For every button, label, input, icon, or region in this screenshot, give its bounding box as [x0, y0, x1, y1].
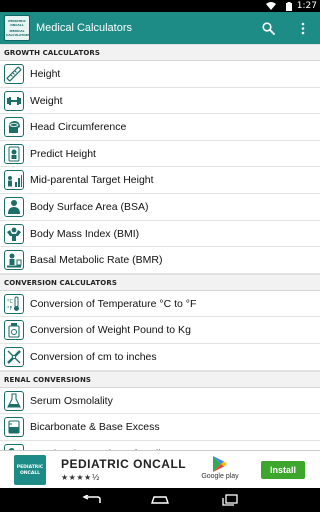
list-item-cm-to-inches[interactable]: Conversion of cm to inches	[0, 343, 320, 371]
app-logo: PEDIATRIC ONCALL MEDICAL CALCULATORS	[4, 15, 30, 41]
list-item-label: Mid-parental Target Height	[30, 174, 154, 187]
ad-banner[interactable]: PEDIATRIC ONCALL PEDIATRIC ONCALL ★★★★½ …	[0, 450, 320, 488]
recents-icon	[222, 494, 238, 506]
page-title: Medical Calculators	[36, 22, 132, 34]
ad-app-name: PEDIATRIC ONCALL	[61, 457, 187, 471]
list-item-predict-height[interactable]: Predict Height	[0, 140, 320, 168]
search-icon	[261, 21, 275, 35]
list-item-label: Height	[30, 68, 61, 80]
list-item-label: Body Surface Area (BSA)	[30, 200, 149, 213]
battery-icon	[286, 2, 292, 11]
list-item-label: Fractional Excretion Of Sodium	[30, 441, 175, 450]
list-item-weight-conversion[interactable]: Conversion of Weight Pound to Kg	[0, 317, 320, 344]
body-icon	[4, 196, 24, 217]
list-item-height[interactable]: Height	[0, 61, 320, 88]
ad-logo-line: PEDIATRIC	[16, 465, 44, 470]
beaker-icon	[4, 417, 24, 438]
svg-text:°C: °C	[7, 299, 14, 305]
search-button[interactable]	[256, 12, 280, 44]
svg-text:°F: °F	[7, 306, 13, 312]
list-item-bicarbonate-base-excess[interactable]: Bicarbonate & Base Excess	[0, 414, 320, 441]
head-icon	[4, 117, 24, 138]
child-measure-icon	[4, 143, 24, 164]
list-item-label: Predict Height	[30, 147, 96, 160]
muscle-icon	[4, 223, 24, 244]
list-item-mid-parental-target-height[interactable]: Mid-parental Target Height	[0, 167, 320, 194]
install-button[interactable]: Install	[261, 461, 305, 479]
overflow-menu-button[interactable]	[291, 12, 315, 44]
list-item-label: Conversion of Temperature °C to °F	[30, 297, 197, 310]
app-bar: PEDIATRIC ONCALL MEDICAL CALCULATORS Med…	[0, 12, 320, 44]
home-icon	[151, 496, 169, 504]
family-chart-icon	[4, 170, 24, 191]
list-item-label: Conversion of cm to inches	[30, 350, 157, 363]
scale-icon	[4, 320, 24, 341]
dumbbell-icon	[4, 90, 24, 111]
status-bar: 1:27	[0, 0, 320, 12]
google-play-badge: Google play	[194, 455, 246, 485]
status-time: 1:27	[296, 1, 317, 11]
google-play-label: Google play	[201, 473, 239, 480]
list-item-label: Serum Osmolality	[30, 394, 113, 407]
google-play-icon	[213, 456, 227, 472]
section-header-renal: RENAL CONVERSIONS	[0, 370, 320, 388]
list-item-head-circumference[interactable]: Head Circumference	[0, 114, 320, 141]
back-button[interactable]	[77, 491, 107, 509]
list-item-label: Head Circumference	[30, 121, 127, 134]
list-item-label: Body Mass Index (BMI)	[30, 227, 140, 240]
list-item-temperature-conversion[interactable]: °C °F Conversion of Temperature °C to °F	[0, 290, 320, 318]
thermometer-icon: °C °F	[4, 293, 24, 314]
list-item-label: Basal Metabolic Rate (BMR)	[30, 254, 163, 267]
ad-app-logo: PEDIATRIC ONCALL	[14, 455, 46, 485]
calculator-list[interactable]: GROWTH CALCULATORS Height Weight Head Ci…	[0, 44, 320, 450]
ruler-icon	[4, 64, 24, 84]
person-scale-icon	[4, 250, 24, 271]
section-header-growth: GROWTH CALCULATORS	[0, 44, 320, 61]
list-item-fractional-excretion-sodium[interactable]: Fractional Excretion Of Sodium	[0, 440, 320, 450]
list-item-body-surface-area[interactable]: Body Surface Area (BSA)	[0, 193, 320, 221]
list-item-weight[interactable]: Weight	[0, 87, 320, 115]
section-header-conversion: CONVERSION CALCULATORS	[0, 273, 320, 291]
back-icon	[82, 495, 101, 503]
tape-icon	[4, 346, 24, 367]
recents-button[interactable]	[215, 491, 245, 509]
list-item-body-mass-index[interactable]: Body Mass Index (BMI)	[0, 220, 320, 248]
app-logo-line: CALCULATORS	[6, 33, 31, 37]
flask-icon	[4, 390, 24, 411]
ad-logo-line: ONCALL	[19, 471, 41, 476]
list-item-serum-osmolality[interactable]: Serum Osmolality	[0, 387, 320, 415]
list-item-label: Bicarbonate & Base Excess	[30, 421, 160, 434]
wifi-icon	[266, 2, 276, 10]
list-item-label: Conversion of Weight Pound to Kg	[30, 324, 191, 337]
overflow-menu-icon	[301, 22, 305, 34]
list-item-label: Weight	[30, 94, 63, 107]
ad-rating-stars: ★★★★½	[61, 473, 100, 482]
app-logo-line: ONCALL	[10, 23, 24, 27]
list-item-basal-metabolic-rate[interactable]: Basal Metabolic Rate (BMR)	[0, 247, 320, 274]
navigation-bar	[0, 488, 320, 512]
home-button[interactable]	[145, 491, 175, 509]
